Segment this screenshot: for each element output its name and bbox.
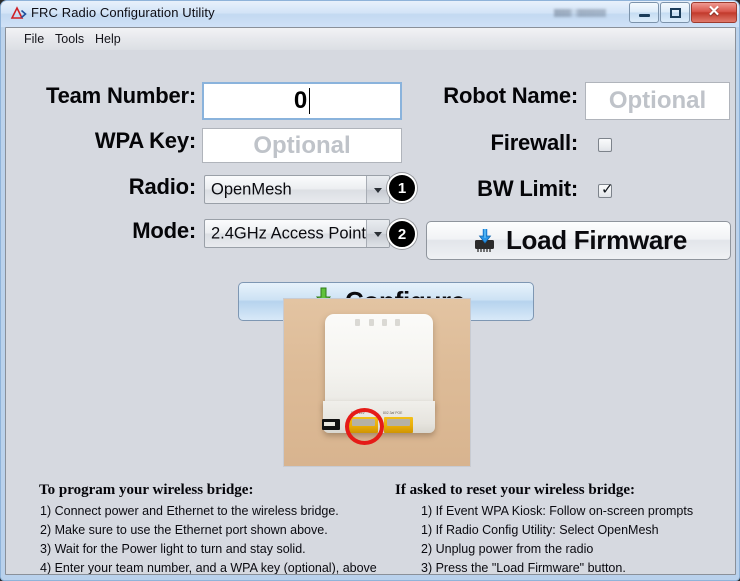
instructions-right-heading: If asked to reset your wireless bridge: xyxy=(395,482,635,498)
wpa-key-label: WPA Key: xyxy=(94,128,196,153)
instructions-left-line: 2) Make sure to use the Ethernet port sh… xyxy=(40,523,328,537)
application-window: FRC Radio Configuration Utility ✕ File T… xyxy=(0,0,740,581)
menu-item-file[interactable]: File xyxy=(19,31,49,47)
window-client-frame: File Tools Help Team Number: WPA Key: Ra… xyxy=(5,27,736,575)
bw-limit-label: BW Limit: xyxy=(477,176,578,201)
instructions-right-line: 3) Press the "Load Firmware" button. xyxy=(421,561,626,575)
menu-bar: File Tools Help xyxy=(6,28,735,51)
team-number-input[interactable]: 0 xyxy=(202,82,402,120)
bw-limit-check-icon: ✓ xyxy=(601,180,614,198)
firewall-label: Firewall: xyxy=(490,130,579,155)
instructions-right-line: 1) If Radio Config Utility: Select OpenM… xyxy=(421,523,659,537)
title-bar[interactable]: FRC Radio Configuration Utility ✕ xyxy=(1,1,739,27)
radio-label: Radio: xyxy=(128,174,196,199)
main-content: Team Number: WPA Key: Radio: Mode: 0 Opt… xyxy=(6,50,735,575)
instructions-left-line: 1) Connect power and Ethernet to the wir… xyxy=(40,504,339,518)
led-indicator xyxy=(382,319,387,326)
frc-app-icon xyxy=(10,6,27,22)
title-bar-artifact xyxy=(554,9,606,17)
wpa-key-input[interactable]: Optional xyxy=(202,128,402,163)
close-button[interactable]: ✕ xyxy=(691,2,737,23)
radio-combobox-value: OpenMesh xyxy=(211,180,292,198)
chevron-down-icon xyxy=(374,187,382,193)
mode-combobox[interactable]: 2.4GHz Access Point xyxy=(204,219,390,248)
robot-name-label: Robot Name: xyxy=(443,83,578,108)
wireless-bridge-photo: ETH 24V 802.3af POE xyxy=(283,298,471,467)
bw-limit-checkbox[interactable]: ✓ xyxy=(598,180,614,198)
ethernet-port-highlight-circle xyxy=(345,408,384,445)
firewall-checkbox[interactable] xyxy=(598,138,612,152)
menu-item-tools[interactable]: Tools xyxy=(50,31,89,47)
led-indicator xyxy=(395,319,400,326)
instructions-right-line: 2) Unplug power from the radio xyxy=(421,542,594,556)
menu-item-help[interactable]: Help xyxy=(90,31,126,47)
port-label-poe: 802.3af POE xyxy=(383,411,403,415)
load-firmware-label: Load Firmware xyxy=(505,225,688,255)
team-number-label: Team Number: xyxy=(46,83,196,108)
instructions-left-line: 4) Enter your team number, and a WPA key… xyxy=(40,561,377,575)
chip-download-icon xyxy=(470,227,500,255)
mode-label: Mode: xyxy=(132,218,196,243)
instructions-right-line: 1) If Event WPA Kiosk: Follow on-screen … xyxy=(421,504,694,518)
power-port xyxy=(322,419,340,430)
instructions-left-heading: To program your wireless bridge: xyxy=(39,482,254,498)
team-number-value: 0 xyxy=(293,87,308,114)
mode-combobox-value: 2.4GHz Access Point xyxy=(211,224,366,242)
minimize-icon xyxy=(630,3,658,22)
radio-combobox-arrow[interactable] xyxy=(366,176,389,203)
text-caret xyxy=(309,88,311,114)
wpa-key-placeholder: Optional xyxy=(253,131,351,159)
step-badge-2: 2 xyxy=(387,219,417,249)
close-icon: ✕ xyxy=(692,3,736,22)
led-indicator xyxy=(355,319,360,326)
instructions-left-line: 3) Wait for the Power light to turn and … xyxy=(40,542,306,556)
load-firmware-button[interactable]: Load Firmware xyxy=(426,221,731,260)
led-indicator xyxy=(369,319,374,326)
maximize-button[interactable] xyxy=(660,2,690,23)
window-title: FRC Radio Configuration Utility xyxy=(31,5,215,20)
close-glyph: ✕ xyxy=(707,4,721,20)
mode-combobox-arrow[interactable] xyxy=(366,220,389,247)
minimize-button[interactable] xyxy=(629,2,659,23)
chevron-down-icon xyxy=(374,231,382,237)
ethernet-port-poe xyxy=(384,417,413,433)
robot-name-input[interactable]: Optional xyxy=(585,82,730,120)
robot-name-placeholder: Optional xyxy=(608,87,707,114)
maximize-icon xyxy=(661,3,689,22)
radio-combobox[interactable]: OpenMesh xyxy=(204,175,390,204)
